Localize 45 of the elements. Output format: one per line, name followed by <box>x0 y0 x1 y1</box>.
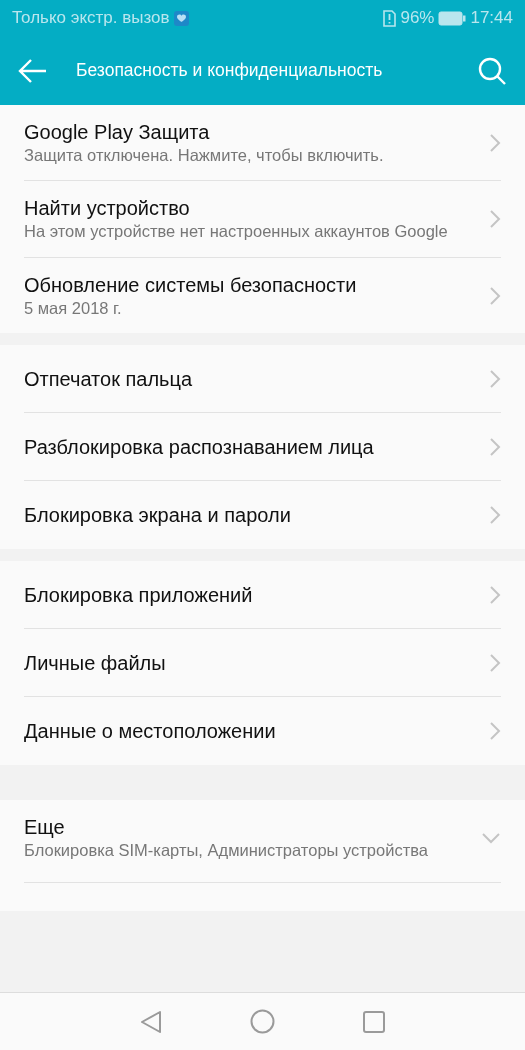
settings-item[interactable]: Отпечаток пальца <box>0 345 525 414</box>
home-nav-icon[interactable] <box>250 1009 275 1034</box>
recents-nav-icon[interactable] <box>363 1010 385 1033</box>
chevron-right-icon <box>489 721 501 742</box>
chevron-right-icon <box>489 436 501 457</box>
chevron-right-icon <box>489 285 501 306</box>
item-title: Найти устройство <box>24 196 190 222</box>
item-title: Разблокировка распознаванием лица <box>24 434 374 460</box>
item-title: Данные о местоположении <box>24 719 276 745</box>
chevron-right-icon <box>489 505 501 526</box>
back-button[interactable] <box>18 57 48 84</box>
clock: 17:44 <box>470 7 513 30</box>
item-title: Обновление системы безопасности <box>24 272 357 298</box>
item-subtitle: 5 мая 2018 г. <box>24 297 122 319</box>
settings-item[interactable]: Обновление системы безопасности 5 мая 2018 г. <box>0 257 525 334</box>
settings-item[interactable]: Найти устройство На этом устройстве нет настроенных аккаунтов Google <box>0 181 525 258</box>
status-text: Только экстр. вызов <box>12 7 170 30</box>
item-subtitle: Блокировка SIM-карты, Администраторы устройства <box>24 840 428 862</box>
emergency-icon <box>173 10 189 26</box>
settings-item[interactable]: Данные о местоположении <box>0 697 525 766</box>
item-title: Google Play Защита <box>24 120 210 145</box>
item-subtitle: Защита отключена. Нажмите, чтобы включить. <box>24 145 384 166</box>
item-title: Отпечаток пальца <box>24 366 193 392</box>
chevron-right-icon <box>489 132 501 153</box>
chevron-right-icon <box>489 209 501 230</box>
chevron-right-icon <box>489 652 501 673</box>
chevron-right-icon <box>489 368 501 389</box>
item-title: Еще <box>24 815 65 841</box>
item-subtitle: На этом устройстве нет настроенных аккаунтов Google <box>24 221 448 243</box>
chevron-right-icon <box>489 584 501 605</box>
item-title: Блокировка приложений <box>24 582 253 608</box>
search-button[interactable] <box>477 55 507 86</box>
sim-alert-icon <box>383 9 397 27</box>
battery-icon <box>438 10 467 26</box>
screen-title: Безопасность и конфиденциальность <box>76 59 383 83</box>
battery-percent: 96% <box>400 7 435 30</box>
item-title: Личные файлы <box>24 650 166 676</box>
settings-item[interactable]: Еще Блокировка SIM-карты, Администраторы устройства <box>0 800 525 911</box>
settings-item[interactable]: Google Play Защита Защита отключена. Нажмите, чтобы включить. <box>0 105 525 182</box>
settings-item[interactable]: Личные файлы <box>0 629 525 698</box>
settings-item[interactable]: Разблокировка распознаванием лица <box>0 413 525 482</box>
settings-item[interactable]: Блокировка приложений <box>0 561 525 630</box>
item-title: Блокировка экрана и пароли <box>24 503 291 529</box>
settings-item[interactable]: Блокировка экрана и пароли <box>0 481 525 550</box>
back-nav-icon[interactable] <box>140 1009 162 1034</box>
